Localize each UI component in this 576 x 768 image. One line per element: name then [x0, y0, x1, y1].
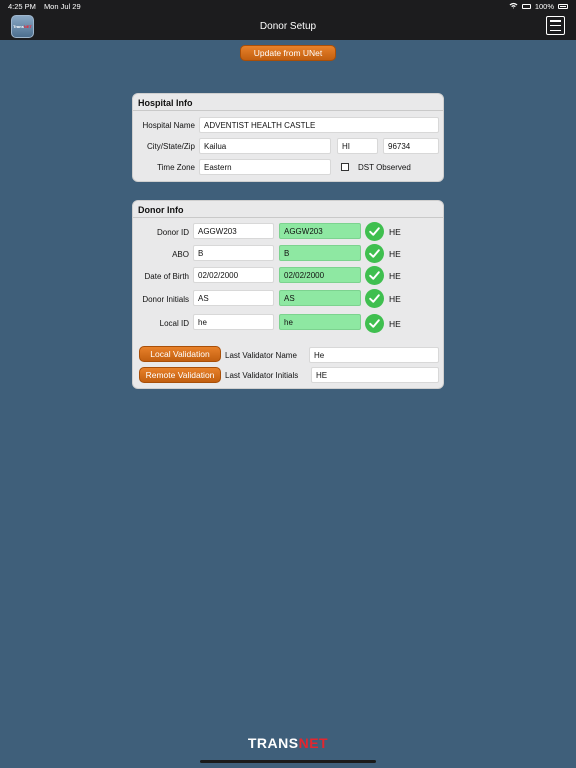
app-logo-text-a: Trans	[13, 24, 24, 29]
wifi-icon	[509, 2, 518, 11]
app-logo-text-b: NET	[23, 24, 32, 29]
city-state-zip-label: City/State/Zip	[146, 142, 195, 151]
battery-icon	[558, 3, 568, 9]
logo-text-trans: TRANS	[247, 735, 299, 751]
donor-id-verify-field[interactable]: AGGW203	[279, 223, 361, 239]
donor-info-header: Donor Info	[133, 201, 443, 218]
donor-id-initials: HE	[389, 227, 401, 237]
donor-initials-initials: HE	[389, 294, 401, 304]
status-right: 100%	[509, 2, 568, 11]
last-validator-name-label: Last Validator Name	[225, 351, 297, 360]
donor-id-check-icon	[365, 222, 384, 241]
date-of-birth-verify-field[interactable]: 02/02/2000	[279, 267, 361, 283]
remote-validation-button[interactable]: Remote Validation	[139, 367, 221, 383]
donor-initials-field[interactable]: AS	[193, 290, 274, 306]
home-indicator[interactable]	[200, 760, 376, 763]
abo-label: ABO	[172, 250, 189, 259]
update-from-unet-button[interactable]: Update from UNet	[240, 45, 336, 61]
dst-observed-label: DST Observed	[358, 163, 411, 172]
time-zone-label: Time Zone	[157, 163, 195, 172]
logo-text-net: NET	[298, 735, 329, 751]
donor-id-label: Donor ID	[156, 228, 189, 237]
hospital-name-label: Hospital Name	[142, 121, 195, 130]
date-of-birth-field[interactable]: 02/02/2000	[193, 267, 274, 283]
donor-id-field[interactable]: AGGW203	[193, 223, 274, 239]
local-id-check-icon	[365, 314, 384, 333]
last-validator-name-field[interactable]: He	[309, 347, 439, 363]
local-validation-button[interactable]: Local Validation	[139, 346, 221, 362]
donor-initials-label: Donor Initials	[142, 295, 189, 304]
page-title: Donor Setup	[259, 20, 317, 32]
status-bar: 4:25 PM Mon Jul 29 100%	[0, 0, 576, 12]
state-field[interactable]: HI	[337, 138, 378, 154]
abo-verify-field[interactable]: B	[279, 245, 361, 261]
battery-percent: 100%	[534, 1, 554, 11]
hospital-info-header: Hospital Info	[133, 94, 443, 111]
local-id-label: Local ID	[159, 319, 189, 328]
date-of-birth-check-icon	[365, 266, 384, 285]
abo-initials: HE	[389, 249, 401, 259]
status-date: Mon Jul 29	[43, 1, 81, 11]
nav-bar: TransNET Donor Setup	[0, 12, 576, 40]
zip-field[interactable]: 96734	[383, 138, 439, 154]
last-validator-initials-field[interactable]: HE	[311, 367, 439, 383]
hospital-info-panel: Hospital Info Hospital Name ADVENTIST HE…	[132, 93, 444, 182]
donor-info-panel: Donor Info Donor ID AGGW203 AGGW203 HE A…	[132, 200, 444, 389]
local-id-initials: HE	[389, 319, 401, 329]
last-validator-initials-label: Last Validator Initials	[225, 371, 299, 380]
donor-initials-check-icon	[365, 289, 384, 308]
local-id-field[interactable]: he	[193, 314, 274, 330]
time-zone-field[interactable]: Eastern	[199, 159, 331, 175]
screen-record-icon	[521, 3, 531, 9]
date-of-birth-initials: HE	[389, 271, 401, 281]
donor-initials-verify-field[interactable]: AS	[279, 290, 361, 306]
status-time: 4:25 PM	[8, 1, 36, 11]
local-id-verify-field[interactable]: he	[279, 314, 361, 330]
hospital-name-field[interactable]: ADVENTIST HEALTH CASTLE	[199, 117, 439, 133]
abo-check-icon	[365, 244, 384, 263]
city-field[interactable]: Kailua	[199, 138, 331, 154]
dst-observed-checkbox[interactable]	[341, 163, 349, 171]
abo-field[interactable]: B	[193, 245, 274, 261]
date-of-birth-label: Date of Birth	[144, 272, 189, 281]
menu-list-icon[interactable]	[546, 16, 565, 35]
transnet-logo: TRANSNET	[0, 735, 576, 751]
app-logo-icon[interactable]: TransNET	[11, 15, 34, 38]
